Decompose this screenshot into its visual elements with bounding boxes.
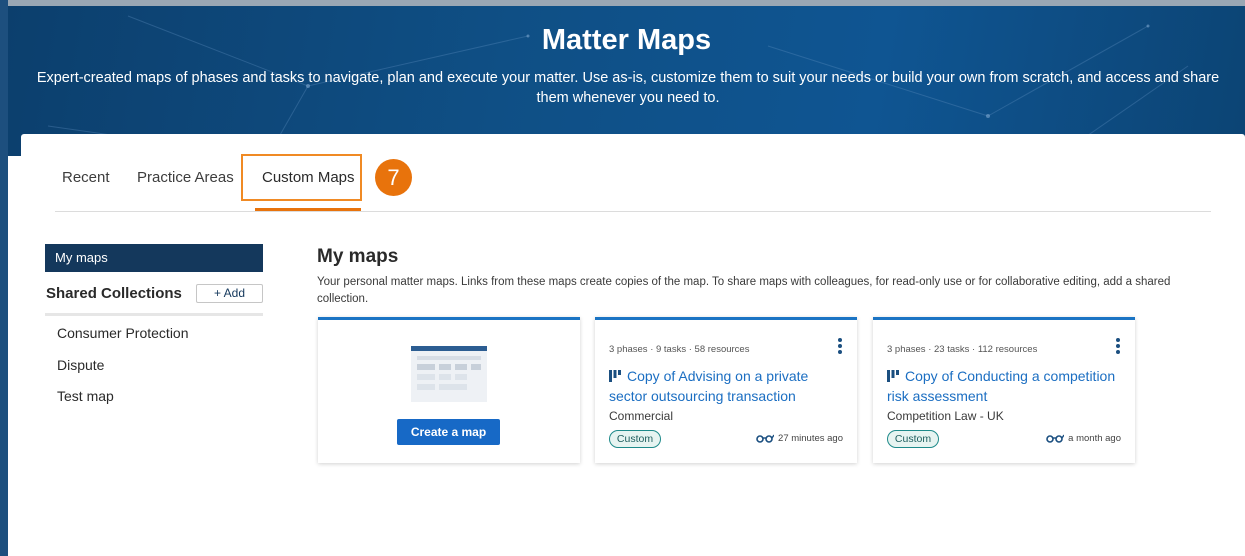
more-vertical-icon[interactable] bbox=[1115, 338, 1121, 356]
custom-tag: Custom bbox=[887, 430, 939, 448]
map-card-stats: 3 phases · 23 tasks · 112 resources bbox=[887, 344, 1038, 355]
page-subtitle: Expert-created maps of phases and tasks … bbox=[36, 70, 1220, 106]
map-card-title: Copy of Advising on a private sector out… bbox=[609, 368, 809, 404]
section-description: Your personal matter maps. Links from th… bbox=[317, 276, 1171, 305]
sidebar-item-consumer-protection[interactable]: Consumer Protection bbox=[57, 325, 189, 341]
window-left-border bbox=[0, 0, 8, 556]
map-document-illustration bbox=[411, 346, 487, 402]
map-card-title: Copy of Conducting a competition risk as… bbox=[887, 368, 1116, 404]
sidebar-item-dispute[interactable]: Dispute bbox=[57, 357, 104, 373]
page-title: Matter Maps bbox=[541, 24, 712, 56]
map-card-practice-area: Commercial bbox=[609, 409, 674, 423]
map-card[interactable]: 3 phases · 9 tasks · 58 resources Copy o… bbox=[595, 317, 857, 463]
shared-collections-heading: Shared Collections bbox=[46, 285, 182, 302]
last-viewed: a month ago bbox=[1046, 433, 1121, 444]
tab-practice-areas[interactable]: Practice Areas bbox=[137, 169, 234, 186]
tabs-divider bbox=[55, 211, 1211, 212]
section-title: My maps bbox=[317, 246, 399, 267]
last-viewed-time: a month ago bbox=[1068, 433, 1121, 444]
tab-recent[interactable]: Recent bbox=[62, 169, 110, 186]
create-map-card: Create a map bbox=[318, 317, 580, 463]
add-collection-button[interactable]: + Add bbox=[196, 284, 263, 303]
map-card-title-link[interactable]: Copy of Conducting a competition risk as… bbox=[887, 366, 1119, 406]
glasses-icon bbox=[756, 434, 775, 443]
map-card[interactable]: 3 phases · 23 tasks · 112 resources Copy… bbox=[873, 317, 1135, 463]
map-card-stats: 3 phases · 9 tasks · 58 resources bbox=[609, 344, 750, 355]
map-card-practice-area: Competition Law - UK bbox=[887, 409, 1004, 423]
sidebar-item-test-map[interactable]: Test map bbox=[57, 388, 114, 404]
glasses-icon bbox=[1046, 434, 1065, 443]
create-map-button[interactable]: Create a map bbox=[397, 419, 500, 445]
custom-tag: Custom bbox=[609, 430, 661, 448]
last-viewed-time: 27 minutes ago bbox=[778, 433, 843, 444]
step-number-badge: 7 bbox=[375, 159, 412, 196]
more-vertical-icon[interactable] bbox=[837, 338, 843, 356]
map-phases-icon bbox=[609, 370, 621, 382]
map-card-title-link[interactable]: Copy of Advising on a private sector out… bbox=[609, 366, 841, 406]
sidebar-divider bbox=[45, 313, 263, 316]
last-viewed: 27 minutes ago bbox=[756, 433, 843, 444]
map-phases-icon bbox=[887, 370, 899, 382]
sidebar-item-my-maps[interactable]: My maps bbox=[45, 244, 263, 272]
tab-highlight-box bbox=[241, 154, 362, 201]
